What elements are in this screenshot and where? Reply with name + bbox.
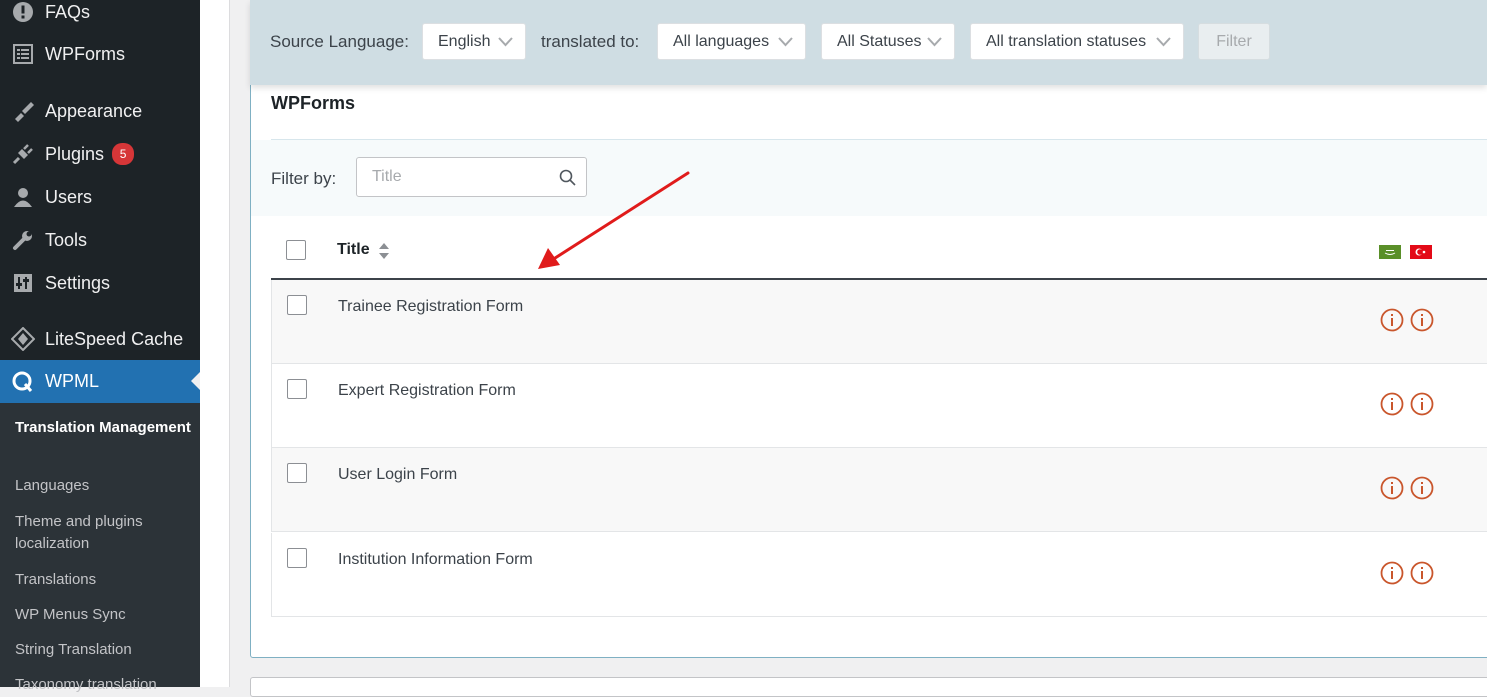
title-search-input[interactable] <box>357 158 552 196</box>
plug-icon <box>11 142 35 166</box>
needs-translation-info-icon[interactable] <box>1380 308 1404 332</box>
menu-item-users[interactable]: Users <box>0 177 200 217</box>
wpml-icon <box>11 370 35 394</box>
filter-bar: Source Language: English translated to: … <box>250 0 1487 85</box>
row-checkbox[interactable] <box>287 548 307 568</box>
needs-translation-info-icon[interactable] <box>1380 561 1404 585</box>
menu-item-tools[interactable]: Tools <box>0 220 200 260</box>
filter-by-label: Filter by: <box>271 169 337 188</box>
submenu-taxonomy-translation[interactable]: Taxonomy translation <box>15 674 195 696</box>
submenu-languages[interactable]: Languages <box>15 475 195 497</box>
row-title[interactable]: User Login Form <box>338 466 457 484</box>
target-language-value: All languages <box>673 32 770 50</box>
menu-item-wpforms[interactable]: WPForms <box>0 34 200 74</box>
title-column-header[interactable]: Title <box>337 241 370 259</box>
submenu-string-translation[interactable]: String Translation <box>15 639 195 661</box>
select-all-checkbox[interactable] <box>286 240 306 260</box>
arabic-flag-icon <box>1379 245 1401 259</box>
menu-item-label: WPML <box>45 371 99 391</box>
turkey-flag-icon <box>1410 245 1432 259</box>
menu-item-label: Users <box>45 186 93 207</box>
menu-item-label: FAQs <box>45 1 91 22</box>
menu-item-label: WPForms <box>45 43 125 64</box>
wpml-submenu: Translation Management Languages Theme a… <box>0 403 200 693</box>
row-title[interactable]: Expert Registration Form <box>338 382 516 400</box>
submenu-theme-plugins-localization[interactable]: Theme and plugins localization <box>15 511 195 555</box>
row-title[interactable]: Institution Information Form <box>338 551 533 569</box>
menu-item-label: Appearance <box>45 100 143 121</box>
menu-item-wpml[interactable]: WPML <box>0 360 200 403</box>
menu-item-label: Tools <box>45 229 88 250</box>
wrench-icon <box>11 228 35 252</box>
menu-item-settings[interactable]: Settings <box>0 263 200 303</box>
submenu-translation-management[interactable]: Translation Management <box>15 417 195 439</box>
translated-to-label: translated to: <box>541 32 640 51</box>
menu-item-label: Settings <box>45 272 111 293</box>
status-select[interactable]: All Statuses <box>821 23 955 60</box>
needs-translation-info-icon[interactable] <box>1410 308 1434 332</box>
admin-sidebar: FAQs WPForms Appearance Plugins 5 Users T… <box>0 0 200 693</box>
chevron-down-icon <box>927 37 942 47</box>
chevron-down-icon <box>498 37 513 47</box>
diamond-icon <box>11 327 35 351</box>
table-row: Institution Information Form <box>271 533 1487 617</box>
table-header: Title <box>271 220 1487 280</box>
needs-translation-info-icon[interactable] <box>1410 476 1434 500</box>
chevron-down-icon <box>778 37 793 47</box>
submenu-translations[interactable]: Translations <box>15 569 195 591</box>
filter-button[interactable]: Filter <box>1198 23 1270 60</box>
source-language-value: English <box>438 32 491 50</box>
source-language-select[interactable]: English <box>422 23 526 60</box>
exclamation-icon <box>11 0 35 24</box>
table-row: Expert Registration Form <box>271 364 1487 448</box>
row-title[interactable]: Trainee Registration Form <box>338 298 523 316</box>
menu-item-litespeed-cache[interactable]: LiteSpeed Cache <box>0 319 200 359</box>
next-section-card <box>250 677 1487 697</box>
update-count-badge: 5 <box>112 143 135 165</box>
table-row: User Login Form <box>271 448 1487 532</box>
annotation-arrow-icon <box>538 171 690 269</box>
translation-status-select[interactable]: All translation statuses <box>970 23 1184 60</box>
sliders-icon <box>11 271 35 295</box>
chevron-down-icon <box>1156 37 1171 47</box>
needs-translation-info-icon[interactable] <box>1380 476 1404 500</box>
forms-table: Title Trainee Registration Form Expert R… <box>271 220 1487 617</box>
row-checkbox[interactable] <box>287 295 307 315</box>
menu-item-faqs[interactable]: FAQs <box>0 0 200 32</box>
target-language-select[interactable]: All languages <box>657 23 806 60</box>
content-gutter <box>200 0 230 687</box>
menu-item-appearance[interactable]: Appearance <box>0 91 200 131</box>
menu-item-label: LiteSpeed Cache <box>45 328 184 349</box>
paintbrush-icon <box>11 99 35 123</box>
section-title: WPForms <box>271 93 356 113</box>
menu-item-label: Plugins 5 <box>45 143 135 165</box>
needs-translation-info-icon[interactable] <box>1410 561 1434 585</box>
form-icon <box>11 42 35 66</box>
row-checkbox[interactable] <box>287 379 307 399</box>
source-language-label: Source Language: <box>270 32 409 51</box>
needs-translation-info-icon[interactable] <box>1410 392 1434 416</box>
translation-status-value: All translation statuses <box>986 32 1147 50</box>
status-value: All Statuses <box>837 32 922 50</box>
submenu-wp-menus-sync[interactable]: WP Menus Sync <box>15 604 195 626</box>
sort-icon[interactable] <box>377 242 391 260</box>
table-row: Trainee Registration Form <box>271 280 1487 364</box>
menu-item-plugins[interactable]: Plugins 5 <box>0 134 200 174</box>
user-icon <box>11 185 35 209</box>
row-checkbox[interactable] <box>287 463 307 483</box>
needs-translation-info-icon[interactable] <box>1380 392 1404 416</box>
